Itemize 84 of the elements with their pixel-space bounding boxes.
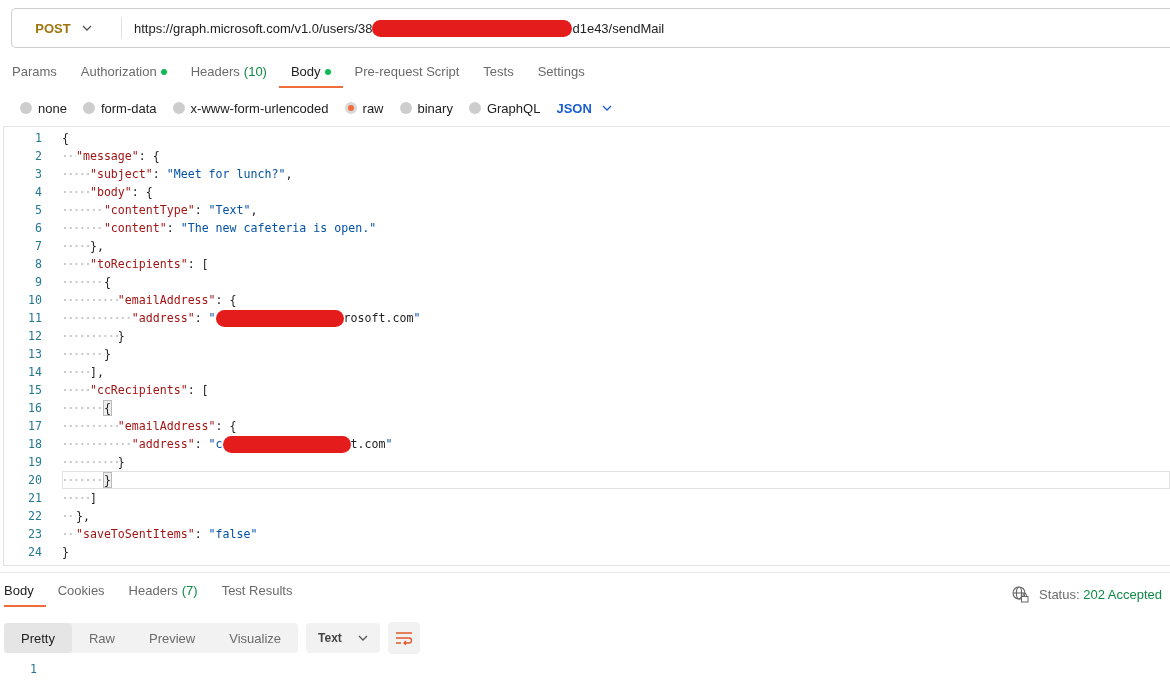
line-number: 21 xyxy=(27,491,43,505)
response-tab[interactable]: Test Results xyxy=(209,581,305,607)
code-line: } xyxy=(62,453,1170,471)
body-type-radio[interactable]: x-www-form-urlencoded xyxy=(172,100,329,116)
language-dropdown[interactable]: JSON xyxy=(556,100,612,116)
code-line: }, xyxy=(62,507,1170,525)
request-tab[interactable]: Pre-request Script xyxy=(342,62,472,88)
request-tab[interactable]: Body xyxy=(278,62,343,88)
code-line: ] xyxy=(62,489,1170,507)
response-tab[interactable]: Body xyxy=(4,581,46,607)
line-number: 3 xyxy=(34,167,43,181)
view-tab[interactable]: Pretty xyxy=(4,623,72,653)
method-dropdown[interactable]: POST xyxy=(12,17,122,39)
line-number: 1 xyxy=(30,662,38,676)
request-tab[interactable]: Tests xyxy=(471,62,526,88)
code-line: "saveToSentItems": "false" xyxy=(62,525,1170,543)
line-number: 5 xyxy=(34,203,43,217)
code-line: { xyxy=(62,273,1170,291)
code-line: "subject": "Meet for lunch?", xyxy=(62,165,1170,183)
chevron-icon xyxy=(357,635,368,641)
request-tab[interactable]: Params xyxy=(12,62,69,88)
line-number: 1 xyxy=(34,131,43,145)
body-type-radio[interactable]: form-data xyxy=(82,100,157,116)
line-number: 7 xyxy=(34,239,43,253)
line-number: 17 xyxy=(27,419,43,433)
body-type-radio[interactable]: raw xyxy=(344,100,384,116)
globe-lock-icon xyxy=(1012,585,1030,603)
code-line: } xyxy=(62,471,1170,489)
chevron-icon xyxy=(82,25,92,31)
code-line: "ccRecipients": [ xyxy=(62,381,1170,399)
response-tab[interactable]: Headers (7) xyxy=(116,581,210,607)
wrap-button[interactable] xyxy=(387,622,420,654)
line-number: 4 xyxy=(34,185,43,199)
code-line: } xyxy=(62,327,1170,345)
line-number: 14 xyxy=(27,365,43,379)
code-line: "toRecipients": [ xyxy=(62,255,1170,273)
body-type-radio[interactable]: binary xyxy=(399,100,453,116)
line-number: 22 xyxy=(27,509,43,523)
code-line: "contentType": "Text", xyxy=(62,201,1170,219)
view-tab[interactable]: Preview xyxy=(132,623,213,653)
line-number: 16 xyxy=(27,401,43,415)
line-number: 2 xyxy=(34,149,43,163)
code-line: "body": { xyxy=(62,183,1170,201)
code-line: "message": { xyxy=(62,147,1170,165)
line-number: 11 xyxy=(27,311,43,325)
view-tab[interactable]: Raw xyxy=(71,623,132,653)
status-dot xyxy=(324,69,331,75)
line-number: 9 xyxy=(34,275,43,289)
line-number: 6 xyxy=(34,221,43,235)
line-number: 18 xyxy=(27,437,43,451)
request-tab[interactable]: Settings xyxy=(525,62,597,88)
line-number: 24 xyxy=(27,545,43,559)
code-line: } xyxy=(62,544,70,561)
code-line: } xyxy=(62,345,1170,363)
code-line: "address": "c t.com" xyxy=(62,435,1170,453)
code-line: "emailAddress": { xyxy=(62,291,1170,309)
url-field[interactable]: https://graph.microsoft.com/v1.0/users/38 d1e43/sendMail xyxy=(122,19,665,37)
line-number: 12 xyxy=(27,329,43,343)
response-tab[interactable]: Cookies xyxy=(45,581,117,607)
code-line: ], xyxy=(62,363,1170,381)
code-line: { xyxy=(62,399,1170,417)
line-number: 19 xyxy=(27,455,43,469)
line-number: 10 xyxy=(27,293,43,307)
code-editor[interactable] xyxy=(3,126,1170,566)
wrap-icon xyxy=(394,631,413,645)
line-number: 8 xyxy=(34,257,43,271)
status-text: Status: 202 Accepted xyxy=(1039,586,1162,602)
code-line: }, xyxy=(62,237,1170,255)
line-number: 23 xyxy=(27,527,43,541)
code-line: "emailAddress": { xyxy=(62,417,1170,435)
request-tab[interactable]: Authorization xyxy=(68,62,179,88)
line-number: 20 xyxy=(27,473,43,487)
status-dot xyxy=(160,69,167,75)
code-line: "address": " rosoft.com" xyxy=(62,309,1170,327)
request-tab[interactable]: Headers (10) xyxy=(178,62,279,88)
line-number: 15 xyxy=(27,383,43,397)
format-dropdown[interactable]: Text xyxy=(306,623,380,653)
chevron-icon xyxy=(601,105,612,111)
code-line: "content": "The new cafeteria is open." xyxy=(62,219,1170,237)
line-number: 13 xyxy=(27,347,43,361)
code-line: { xyxy=(62,130,70,147)
body-type-radio[interactable]: none xyxy=(20,100,67,116)
view-tab[interactable]: Visualize xyxy=(212,623,299,653)
body-type-radio[interactable]: GraphQL xyxy=(468,100,541,116)
